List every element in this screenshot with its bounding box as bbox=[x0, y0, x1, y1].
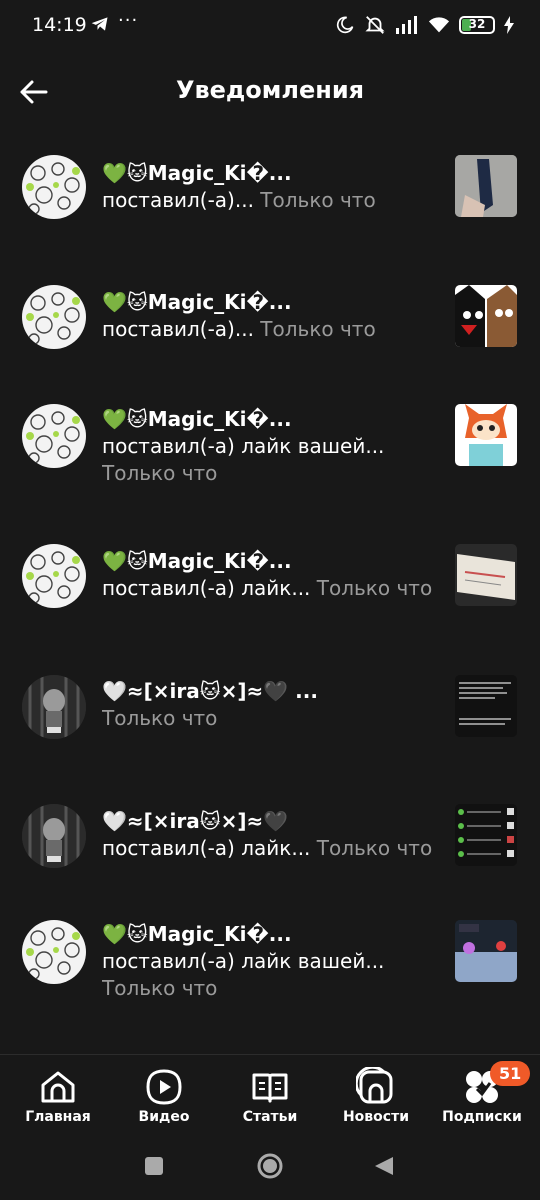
notification-author: 💚🐱Magic_Ki�... bbox=[102, 407, 292, 431]
notification-author: 🤍≈[×ira🐱×]≈🖤 ... bbox=[102, 679, 318, 703]
nav-news[interactable]: Новости bbox=[326, 1067, 426, 1125]
notification-time: Только что bbox=[260, 317, 376, 341]
home-button-icon[interactable] bbox=[255, 1151, 285, 1181]
recent-apps-icon[interactable] bbox=[142, 1154, 166, 1178]
notification-text: поставил(-а) лайк вашей... bbox=[102, 434, 385, 458]
avatar[interactable] bbox=[22, 285, 86, 349]
notification-item[interactable]: 💚🐱Magic_Ki�... поставил(-а) лайк вашей..… bbox=[0, 905, 540, 1005]
nav-articles-label: Статьи bbox=[242, 1109, 298, 1125]
news-icon bbox=[356, 1067, 393, 1104]
notification-time: Только что bbox=[102, 706, 218, 730]
page-title: Уведомления bbox=[175, 76, 365, 104]
moon-icon bbox=[336, 16, 354, 34]
nav-news-label: Новости bbox=[342, 1109, 410, 1125]
post-thumbnail[interactable] bbox=[455, 920, 517, 982]
post-thumbnail[interactable] bbox=[455, 404, 517, 466]
notification-text: поставил(-а) лайк... bbox=[102, 836, 311, 860]
post-thumbnail[interactable] bbox=[455, 544, 517, 606]
notification-author: 💚🐱Magic_Ki�... bbox=[102, 922, 292, 946]
avatar[interactable] bbox=[22, 155, 86, 219]
app-header: Уведомления bbox=[0, 62, 540, 122]
avatar[interactable] bbox=[22, 675, 86, 739]
wifi-icon bbox=[428, 17, 450, 33]
notification-text: поставил(-а)... bbox=[102, 188, 254, 212]
subscriptions-badge: 51 bbox=[490, 1061, 531, 1086]
avatar[interactable] bbox=[22, 804, 86, 868]
more-notifications-icon: ··· bbox=[118, 10, 139, 31]
nav-subscriptions[interactable]: Подписки 51 bbox=[432, 1061, 532, 1125]
notification-item[interactable]: 💚🐱Magic_Ki�... поставил(-а)... Только чт… bbox=[0, 265, 540, 365]
notification-text: поставил(-а) лайк... bbox=[102, 576, 311, 600]
notification-time: Только что bbox=[316, 836, 433, 860]
articles-icon bbox=[252, 1073, 288, 1103]
battery-icon: 32 bbox=[459, 16, 495, 34]
notification-time: Только что bbox=[102, 461, 218, 485]
status-time: 14:19 bbox=[32, 14, 87, 36]
status-bar: 14:19 ··· 32 bbox=[0, 0, 540, 54]
nav-video-label: Видео bbox=[138, 1109, 190, 1125]
notification-item[interactable]: 🤍≈[×ira🐱×]≈🖤 ... Только что bbox=[0, 660, 540, 760]
bottom-navigation: Главная Видео Статьи Новости Подписки 51 bbox=[0, 1054, 540, 1141]
notification-item[interactable]: 💚🐱Magic_Ki�... поставил(-а) лайк вашей..… bbox=[0, 390, 540, 490]
notification-time: Только что bbox=[102, 976, 218, 1000]
notification-item[interactable]: 💚🐱Magic_Ki�... поставил(-а)... Только чт… bbox=[0, 140, 540, 240]
charging-icon bbox=[504, 16, 514, 34]
notification-item[interactable]: 🤍≈[×ira🐱×]≈🖤 поставил(-а) лайк... Только… bbox=[0, 780, 540, 880]
telegram-icon bbox=[91, 17, 108, 31]
notification-author: 💚🐱Magic_Ki�... bbox=[102, 290, 292, 314]
home-icon bbox=[41, 1071, 75, 1103]
system-navigation-bar bbox=[0, 1142, 540, 1200]
post-thumbnail[interactable] bbox=[455, 675, 517, 737]
notification-time: Только что bbox=[260, 188, 376, 212]
notification-author: 💚🐱Magic_Ki�... bbox=[102, 549, 292, 573]
post-thumbnail[interactable] bbox=[455, 804, 517, 866]
notification-item[interactable]: 💚🐱Magic_Ki�... поставил(-а) лайк... Толь… bbox=[0, 530, 540, 630]
nav-home[interactable]: Главная bbox=[8, 1067, 108, 1125]
notification-author: 🤍≈[×ira🐱×]≈🖤 bbox=[102, 809, 289, 833]
nav-home-label: Главная bbox=[25, 1109, 91, 1125]
nav-video[interactable]: Видео bbox=[114, 1067, 214, 1125]
back-triangle-icon[interactable] bbox=[372, 1154, 396, 1178]
battery-level: 32 bbox=[468, 17, 486, 31]
notification-author: 💚🐱Magic_Ki�... bbox=[102, 161, 292, 185]
post-thumbnail[interactable] bbox=[455, 155, 517, 217]
signal-icon bbox=[396, 16, 417, 34]
post-thumbnail[interactable] bbox=[455, 285, 517, 347]
video-icon bbox=[146, 1069, 182, 1105]
nav-subscriptions-label: Подписки bbox=[442, 1109, 522, 1125]
notification-time: Только что bbox=[316, 576, 433, 600]
avatar[interactable] bbox=[22, 544, 86, 608]
nav-articles[interactable]: Статьи bbox=[220, 1067, 320, 1125]
avatar[interactable] bbox=[22, 404, 86, 468]
notification-text: поставил(-а) лайк вашей... bbox=[102, 949, 385, 973]
mute-icon bbox=[365, 16, 385, 34]
avatar[interactable] bbox=[22, 920, 86, 984]
notification-text: поставил(-а)... bbox=[102, 317, 254, 341]
